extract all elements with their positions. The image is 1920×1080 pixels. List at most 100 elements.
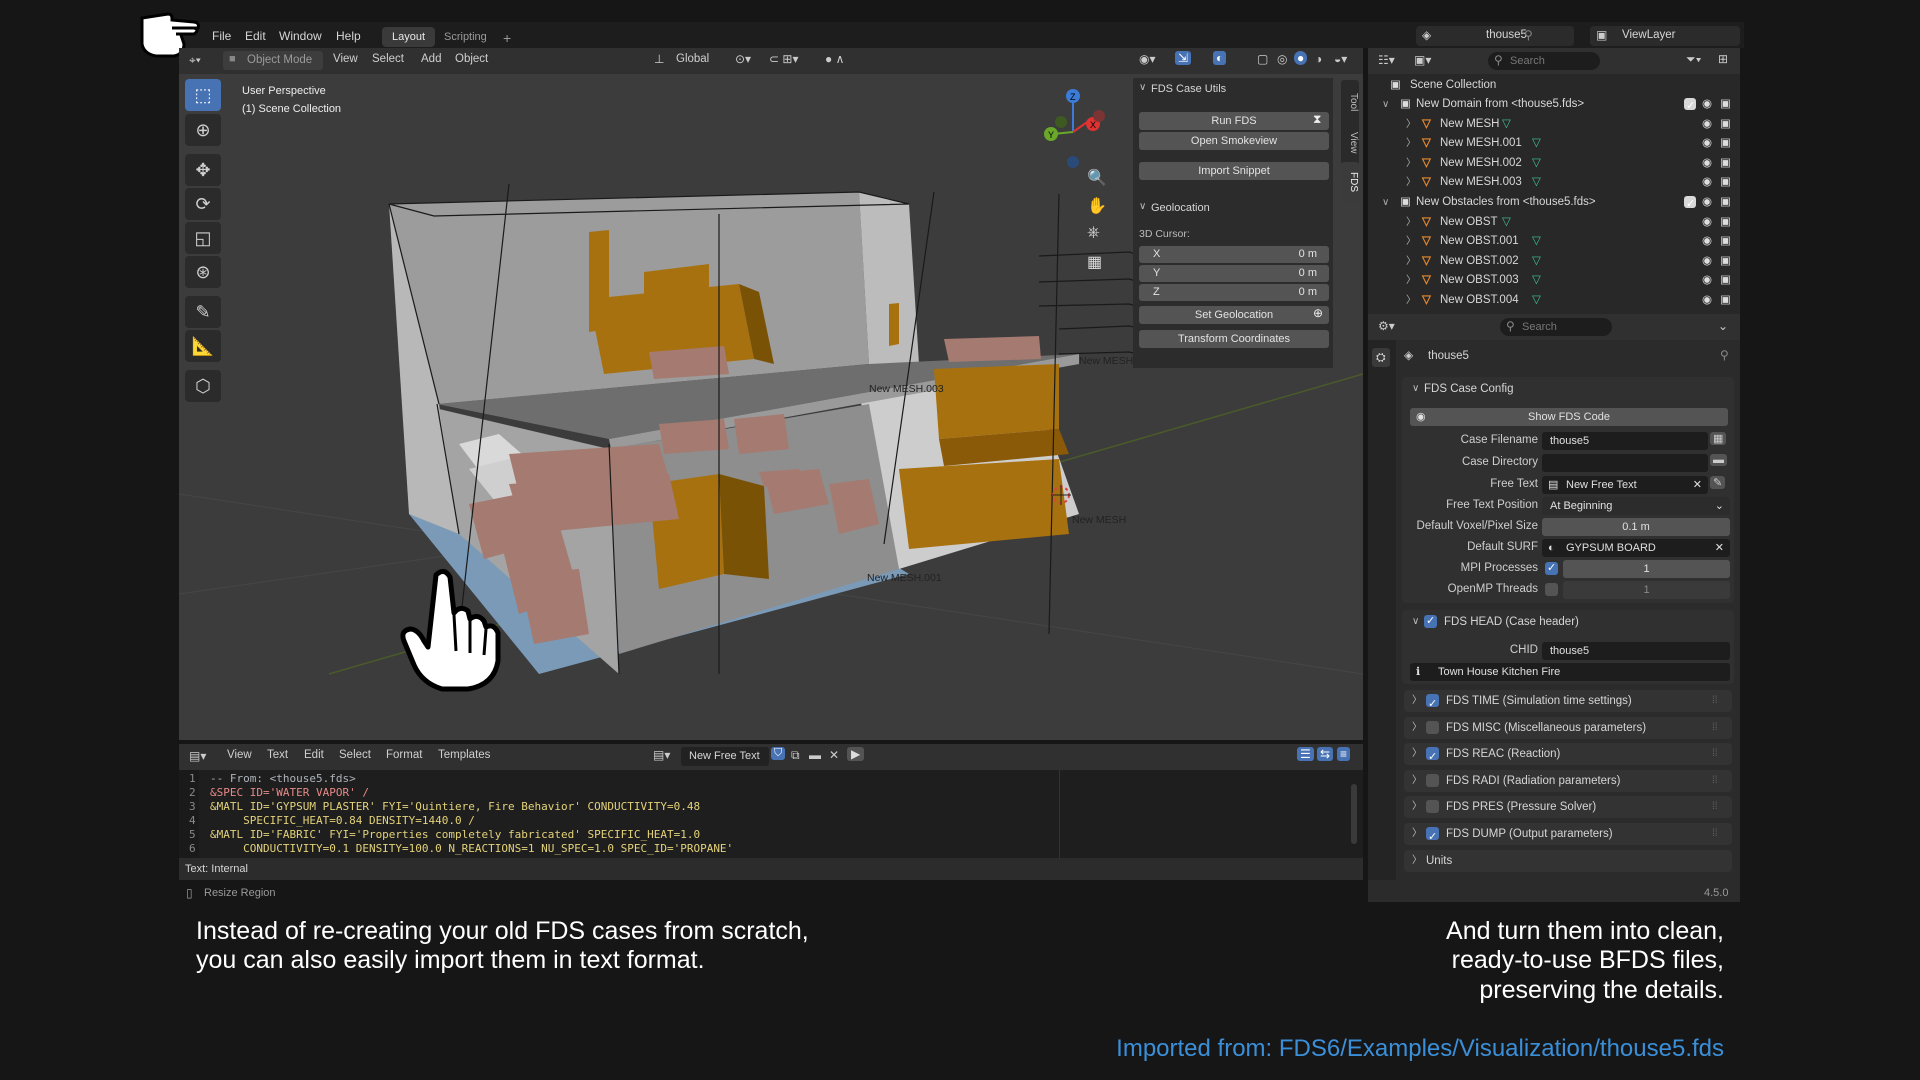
text-scrollbar[interactable] bbox=[1351, 784, 1357, 844]
text-menu-select[interactable]: Select bbox=[339, 749, 371, 761]
navigation-gizmo[interactable]: Z Y X bbox=[1033, 82, 1123, 172]
cursor-z-field[interactable]: Z 0 m bbox=[1139, 284, 1329, 301]
transform-orientation[interactable]: Global bbox=[676, 53, 709, 65]
fds-section-5[interactable]: 〉 FDS DUMP (Output parameters) ⁞⁞ bbox=[1404, 822, 1732, 848]
camera-icon[interactable]: ▣ bbox=[1720, 193, 1731, 212]
camera-icon[interactable]: ▣ bbox=[1720, 252, 1731, 271]
fds-section-2[interactable]: 〉 FDS REAC (Reaction) ⁞⁞ bbox=[1404, 743, 1732, 768]
3d-viewport[interactable]: User Perspective (1) Scene Collection Ne… bbox=[179, 74, 1363, 740]
pin-icon[interactable]: ⚲ bbox=[1720, 348, 1729, 362]
outliner-root-row[interactable]: ▣ Scene Collection bbox=[1368, 76, 1740, 95]
chevron-right-icon[interactable]: 〉 bbox=[1406, 213, 1416, 232]
camera-icon[interactable]: ▣ bbox=[1720, 154, 1731, 173]
fds-section-4[interactable]: 〉 FDS PRES (Pressure Solver) ⁞⁞ bbox=[1404, 796, 1732, 818]
open-folder-icon[interactable]: ▬ bbox=[809, 748, 821, 762]
overlay-toggle-icon[interactable]: ◐ bbox=[1213, 51, 1227, 65]
gizmo-toggle-icon[interactable]: ⇲ bbox=[1175, 51, 1192, 65]
outliner-object-row[interactable]: 〉 ▽ New MESH.001 ▽ ◉ ▣ bbox=[1368, 134, 1740, 153]
case-filename-field[interactable]: thouse5 bbox=[1542, 432, 1708, 450]
eye-icon[interactable]: ◉ bbox=[1702, 232, 1712, 251]
syntax-highlight-toggle-icon[interactable]: ≡ bbox=[1337, 747, 1351, 761]
viewport-menu-view[interactable]: View bbox=[333, 53, 358, 65]
section-enable-checkbox[interactable] bbox=[1426, 773, 1439, 787]
menu-file[interactable]: File bbox=[212, 29, 231, 43]
cursor-tool[interactable]: ⊕ bbox=[185, 114, 221, 146]
mpi-processes-checkbox[interactable] bbox=[1545, 561, 1558, 575]
visibility-icon[interactable]: ◉▾ bbox=[1139, 52, 1156, 66]
eye-icon[interactable]: ◉ bbox=[1702, 115, 1712, 134]
chevron-right-icon[interactable]: 〉 bbox=[1406, 291, 1416, 310]
scale-tool[interactable]: ◱ bbox=[185, 222, 221, 254]
annotate-tool[interactable]: ✎ bbox=[185, 296, 221, 328]
file-browse-icon[interactable]: ▦ bbox=[1710, 432, 1727, 445]
filter-icon[interactable]: ⏷▾ bbox=[1686, 52, 1701, 67]
unlink-close-icon[interactable]: ✕ bbox=[829, 748, 839, 762]
drag-handle-icon[interactable]: ⁞⁞ bbox=[1712, 717, 1718, 739]
select-box-tool[interactable]: ⬚ bbox=[185, 79, 221, 111]
fds-section-0[interactable]: 〉 FDS TIME (Simulation time settings) ⁞⁞ bbox=[1404, 690, 1732, 715]
eye-icon[interactable]: ◉ bbox=[1702, 95, 1712, 114]
new-collection-icon[interactable]: ⊞ bbox=[1718, 52, 1728, 66]
section-enable-checkbox[interactable] bbox=[1426, 693, 1439, 715]
tab-layout[interactable]: Layout bbox=[382, 27, 436, 47]
eye-icon[interactable]: ◉ bbox=[1702, 154, 1712, 173]
line-numbers-toggle-icon[interactable]: ☰ bbox=[1297, 747, 1314, 761]
fds-section-3[interactable]: 〉 FDS RADI (Radiation parameters) ⁞⁞ bbox=[1404, 769, 1732, 792]
camera-icon[interactable]: ▣ bbox=[1720, 232, 1731, 251]
menu-window[interactable]: Window bbox=[279, 29, 322, 43]
move-tool[interactable]: ✥ bbox=[185, 154, 221, 186]
eye-icon[interactable]: ◉ bbox=[1702, 252, 1712, 271]
cursor-x-field[interactable]: X 0 m bbox=[1139, 246, 1329, 263]
tab-scripting[interactable]: Scripting bbox=[434, 27, 497, 47]
add-workspace-button[interactable]: + bbox=[503, 30, 511, 46]
duplicate-icon[interactable]: ⧉ bbox=[791, 748, 800, 763]
folder-icon[interactable]: ▬ bbox=[1710, 454, 1727, 466]
eye-icon[interactable]: ◉ bbox=[1702, 134, 1712, 153]
openmp-threads-field[interactable]: 1 bbox=[1563, 581, 1730, 599]
rotate-tool[interactable]: ⟳ bbox=[185, 188, 221, 220]
text-editor-area[interactable]: 1 -- From: <thouse5.fds> 2 &SPEC ID='WAT… bbox=[179, 770, 1363, 858]
viewport-menu-add[interactable]: Add bbox=[421, 53, 441, 65]
zoom-icon[interactable]: 🔍 bbox=[1087, 168, 1107, 188]
case-directory-field[interactable] bbox=[1542, 454, 1708, 472]
menu-help[interactable]: Help bbox=[336, 29, 361, 43]
cursor-y-field[interactable]: Y 0 m bbox=[1139, 265, 1329, 282]
tab-view[interactable]: View bbox=[1341, 120, 1359, 166]
editor-type-icon[interactable]: ▤▾ bbox=[189, 749, 206, 763]
outliner-object-row[interactable]: 〉 ▽ New OBST ▽ ◉ ▣ bbox=[1368, 213, 1740, 232]
eye-icon[interactable]: ◉ bbox=[1702, 213, 1712, 232]
text-menu-templates[interactable]: Templates bbox=[438, 749, 490, 761]
tab-fds[interactable]: FDS bbox=[1341, 162, 1359, 202]
editor-type-icon[interactable]: ⚙▾ bbox=[1378, 319, 1395, 333]
show-fds-code-button[interactable]: ◉ Show FDS Code bbox=[1410, 408, 1728, 426]
viewport-menu-object[interactable]: Object bbox=[455, 53, 488, 65]
mpi-processes-field[interactable]: 1 bbox=[1563, 560, 1730, 578]
run-fds-button[interactable]: Run FDS bbox=[1139, 112, 1329, 130]
section-enable-checkbox[interactable] bbox=[1426, 826, 1439, 848]
shading-wireframe-icon[interactable]: ◎ bbox=[1277, 52, 1287, 66]
chevron-right-icon[interactable]: 〉 bbox=[1406, 115, 1416, 134]
camera-icon[interactable]: ▣ bbox=[1720, 271, 1731, 290]
shading-rendered-icon[interactable]: ◒▾ bbox=[1334, 52, 1347, 66]
outliner-object-row[interactable]: 〉 ▽ New MESH.003 ▽ ◉ ▣ bbox=[1368, 173, 1740, 192]
camera-icon[interactable]: ▣ bbox=[1720, 173, 1731, 192]
outliner-search[interactable]: ⚲ Search bbox=[1488, 52, 1600, 70]
viewport-menu-select[interactable]: Select bbox=[372, 53, 404, 65]
chevron-right-icon[interactable]: 〉 bbox=[1406, 173, 1416, 192]
fds-case-utils-title[interactable]: FDS Case Utils bbox=[1151, 83, 1226, 95]
chevron-right-icon[interactable]: 〉 bbox=[1406, 271, 1416, 290]
text-menu-text[interactable]: Text bbox=[267, 749, 288, 761]
word-wrap-toggle-icon[interactable]: ⇆ bbox=[1317, 747, 1334, 761]
chevron-right-icon[interactable]: 〉 bbox=[1406, 232, 1416, 251]
camera-icon[interactable]: ▣ bbox=[1720, 115, 1731, 134]
text-menu-format[interactable]: Format bbox=[386, 749, 422, 761]
chid-field[interactable]: thouse5 bbox=[1542, 642, 1730, 660]
chevron-right-icon[interactable]: 〉 bbox=[1406, 154, 1416, 173]
camera-view-icon[interactable]: ⎈ bbox=[1087, 224, 1100, 242]
pin-icon[interactable]: ⚲ bbox=[1524, 28, 1533, 42]
chevron-right-icon[interactable]: 〉 bbox=[1406, 252, 1416, 271]
snap-icon[interactable]: ⊂ ⊞▾ bbox=[769, 52, 798, 66]
ortho-grid-icon[interactable]: ▦ bbox=[1087, 252, 1102, 272]
fds-head-title[interactable]: FDS HEAD (Case header) bbox=[1444, 616, 1579, 628]
text-menu-view[interactable]: View bbox=[227, 749, 252, 761]
